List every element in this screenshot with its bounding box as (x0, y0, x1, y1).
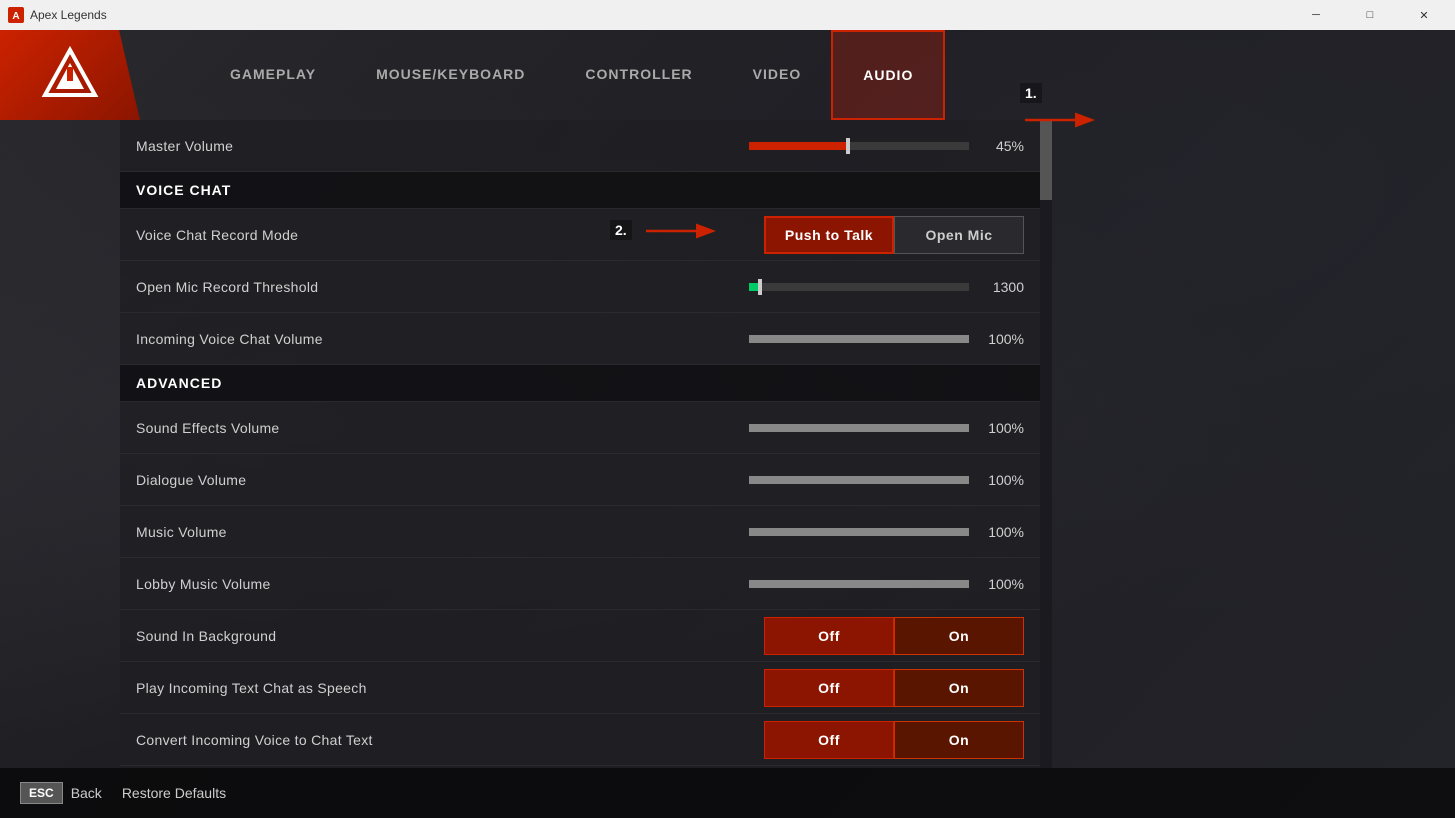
lobby-music-volume-row: Lobby Music Volume 100% (120, 558, 1040, 610)
play-incoming-text-off-button[interactable]: Off (764, 669, 894, 707)
tab-controller[interactable]: CONTROLLER (555, 30, 722, 120)
master-volume-label: Master Volume (136, 138, 749, 154)
music-volume-row: Music Volume 100% (120, 506, 1040, 558)
convert-incoming-voice-off-button[interactable]: Off (764, 721, 894, 759)
convert-incoming-voice-label: Convert Incoming Voice to Chat Text (136, 732, 764, 748)
settings-panel: Master Volume 45% VOICE CHAT Voice Chat … (120, 120, 1040, 768)
voice-chat-record-mode-label: Voice Chat Record Mode (136, 227, 764, 243)
mic-threshold-slider[interactable] (749, 283, 969, 291)
sound-effects-volume-label: Sound Effects Volume (136, 420, 749, 436)
master-volume-row: Master Volume 45% (120, 120, 1040, 172)
open-mic-button[interactable]: Open Mic (894, 216, 1024, 254)
incoming-voice-volume-slider[interactable] (749, 335, 969, 343)
content-area: Master Volume 45% VOICE CHAT Voice Chat … (0, 120, 1455, 768)
svg-text:A: A (12, 11, 19, 22)
tab-video[interactable]: VIDEO (723, 30, 832, 120)
music-volume-control: 100% (749, 524, 1024, 540)
dialogue-volume-row: Dialogue Volume 100% (120, 454, 1040, 506)
window-controls: ─ □ ✕ (1293, 0, 1447, 30)
header: GAMEPLAY MOUSE/KEYBOARD CONTROLLER VIDEO… (0, 30, 1455, 120)
window-title: Apex Legends (30, 8, 1293, 22)
sound-in-background-on-button[interactable]: On (894, 617, 1024, 655)
play-incoming-text-chat-toggle: Off On (764, 669, 1024, 707)
tab-gameplay[interactable]: GAMEPLAY (200, 30, 346, 120)
scrollbar-track (1040, 120, 1052, 768)
sound-in-background-label: Sound In Background (136, 628, 764, 644)
convert-incoming-voice-control: Off On (764, 721, 1024, 759)
mic-threshold-label: Open Mic Record Threshold (136, 279, 749, 295)
master-volume-control: 45% (749, 138, 1024, 154)
sound-in-background-off-button[interactable]: Off (764, 617, 894, 655)
incoming-voice-volume-control: 100% (749, 331, 1024, 347)
bottom-bar: ESC Back Restore Defaults (0, 768, 1455, 818)
play-incoming-text-chat-control: Off On (764, 669, 1024, 707)
sound-effects-volume-value: 100% (979, 420, 1024, 436)
push-to-talk-button[interactable]: Push to Talk (764, 216, 894, 254)
music-volume-label: Music Volume (136, 524, 749, 540)
dialogue-volume-control: 100% (749, 472, 1024, 488)
back-button[interactable]: Back (71, 785, 102, 801)
dialogue-volume-value: 100% (979, 472, 1024, 488)
dialogue-volume-slider[interactable] (749, 476, 969, 484)
sound-effects-volume-row: Sound Effects Volume 100% (120, 402, 1040, 454)
play-incoming-text-chat-label: Play Incoming Text Chat as Speech (136, 680, 764, 696)
app-icon: A (8, 7, 24, 23)
back-control: ESC Back (20, 782, 102, 804)
restore-defaults-button[interactable]: Restore Defaults (122, 785, 226, 801)
lobby-music-volume-label: Lobby Music Volume (136, 576, 749, 592)
sound-effects-volume-control: 100% (749, 420, 1024, 436)
incoming-voice-volume-value: 100% (979, 331, 1024, 347)
sound-in-background-row: Sound In Background Off On (120, 610, 1040, 662)
sound-in-background-control: Off On (764, 617, 1024, 655)
tab-mouse-keyboard[interactable]: MOUSE/KEYBOARD (346, 30, 555, 120)
lobby-music-volume-slider[interactable] (749, 580, 969, 588)
voice-chat-record-mode-row: Voice Chat Record Mode 2. Push to Talk O… (120, 209, 1040, 261)
incoming-voice-volume-label: Incoming Voice Chat Volume (136, 331, 749, 347)
dialogue-volume-label: Dialogue Volume (136, 472, 749, 488)
play-incoming-text-on-button[interactable]: On (894, 669, 1024, 707)
close-button[interactable]: ✕ (1401, 0, 1447, 30)
convert-incoming-voice-row: Convert Incoming Voice to Chat Text Off … (120, 714, 1040, 766)
voice-chat-record-mode-control: Push to Talk Open Mic (764, 216, 1024, 254)
maximize-button[interactable]: □ (1347, 0, 1393, 30)
convert-incoming-voice-toggle: Off On (764, 721, 1024, 759)
title-bar: A Apex Legends ─ □ ✕ (0, 0, 1455, 30)
incoming-voice-volume-row: Incoming Voice Chat Volume 100% (120, 313, 1040, 365)
sound-effects-volume-slider[interactable] (749, 424, 969, 432)
music-volume-slider[interactable] (749, 528, 969, 536)
minimize-button[interactable]: ─ (1293, 0, 1339, 30)
advanced-section-header: ADVANCED (120, 365, 1040, 402)
apex-logo (40, 45, 100, 105)
play-incoming-text-chat-row: Play Incoming Text Chat as Speech Off On (120, 662, 1040, 714)
main-window: GAMEPLAY MOUSE/KEYBOARD CONTROLLER VIDEO… (0, 30, 1455, 818)
lobby-music-volume-control: 100% (749, 576, 1024, 592)
master-volume-slider[interactable] (749, 142, 969, 150)
mic-threshold-control: 1300 (749, 279, 1024, 295)
sound-in-background-toggle: Off On (764, 617, 1024, 655)
scrollbar-thumb[interactable] (1040, 120, 1052, 200)
mic-threshold-row: Open Mic Record Threshold 1300 (120, 261, 1040, 313)
logo-area (0, 30, 140, 120)
voice-chat-section-header: VOICE CHAT (120, 172, 1040, 209)
record-mode-toggle: Push to Talk Open Mic (764, 216, 1024, 254)
tab-audio[interactable]: AUDIO (831, 30, 945, 120)
music-volume-value: 100% (979, 524, 1024, 540)
esc-badge: ESC (20, 782, 63, 804)
mic-threshold-value: 1300 (979, 279, 1024, 295)
nav-tabs: GAMEPLAY MOUSE/KEYBOARD CONTROLLER VIDEO… (140, 30, 1455, 120)
convert-incoming-voice-on-button[interactable]: On (894, 721, 1024, 759)
lobby-music-volume-value: 100% (979, 576, 1024, 592)
master-volume-value: 45% (979, 138, 1024, 154)
